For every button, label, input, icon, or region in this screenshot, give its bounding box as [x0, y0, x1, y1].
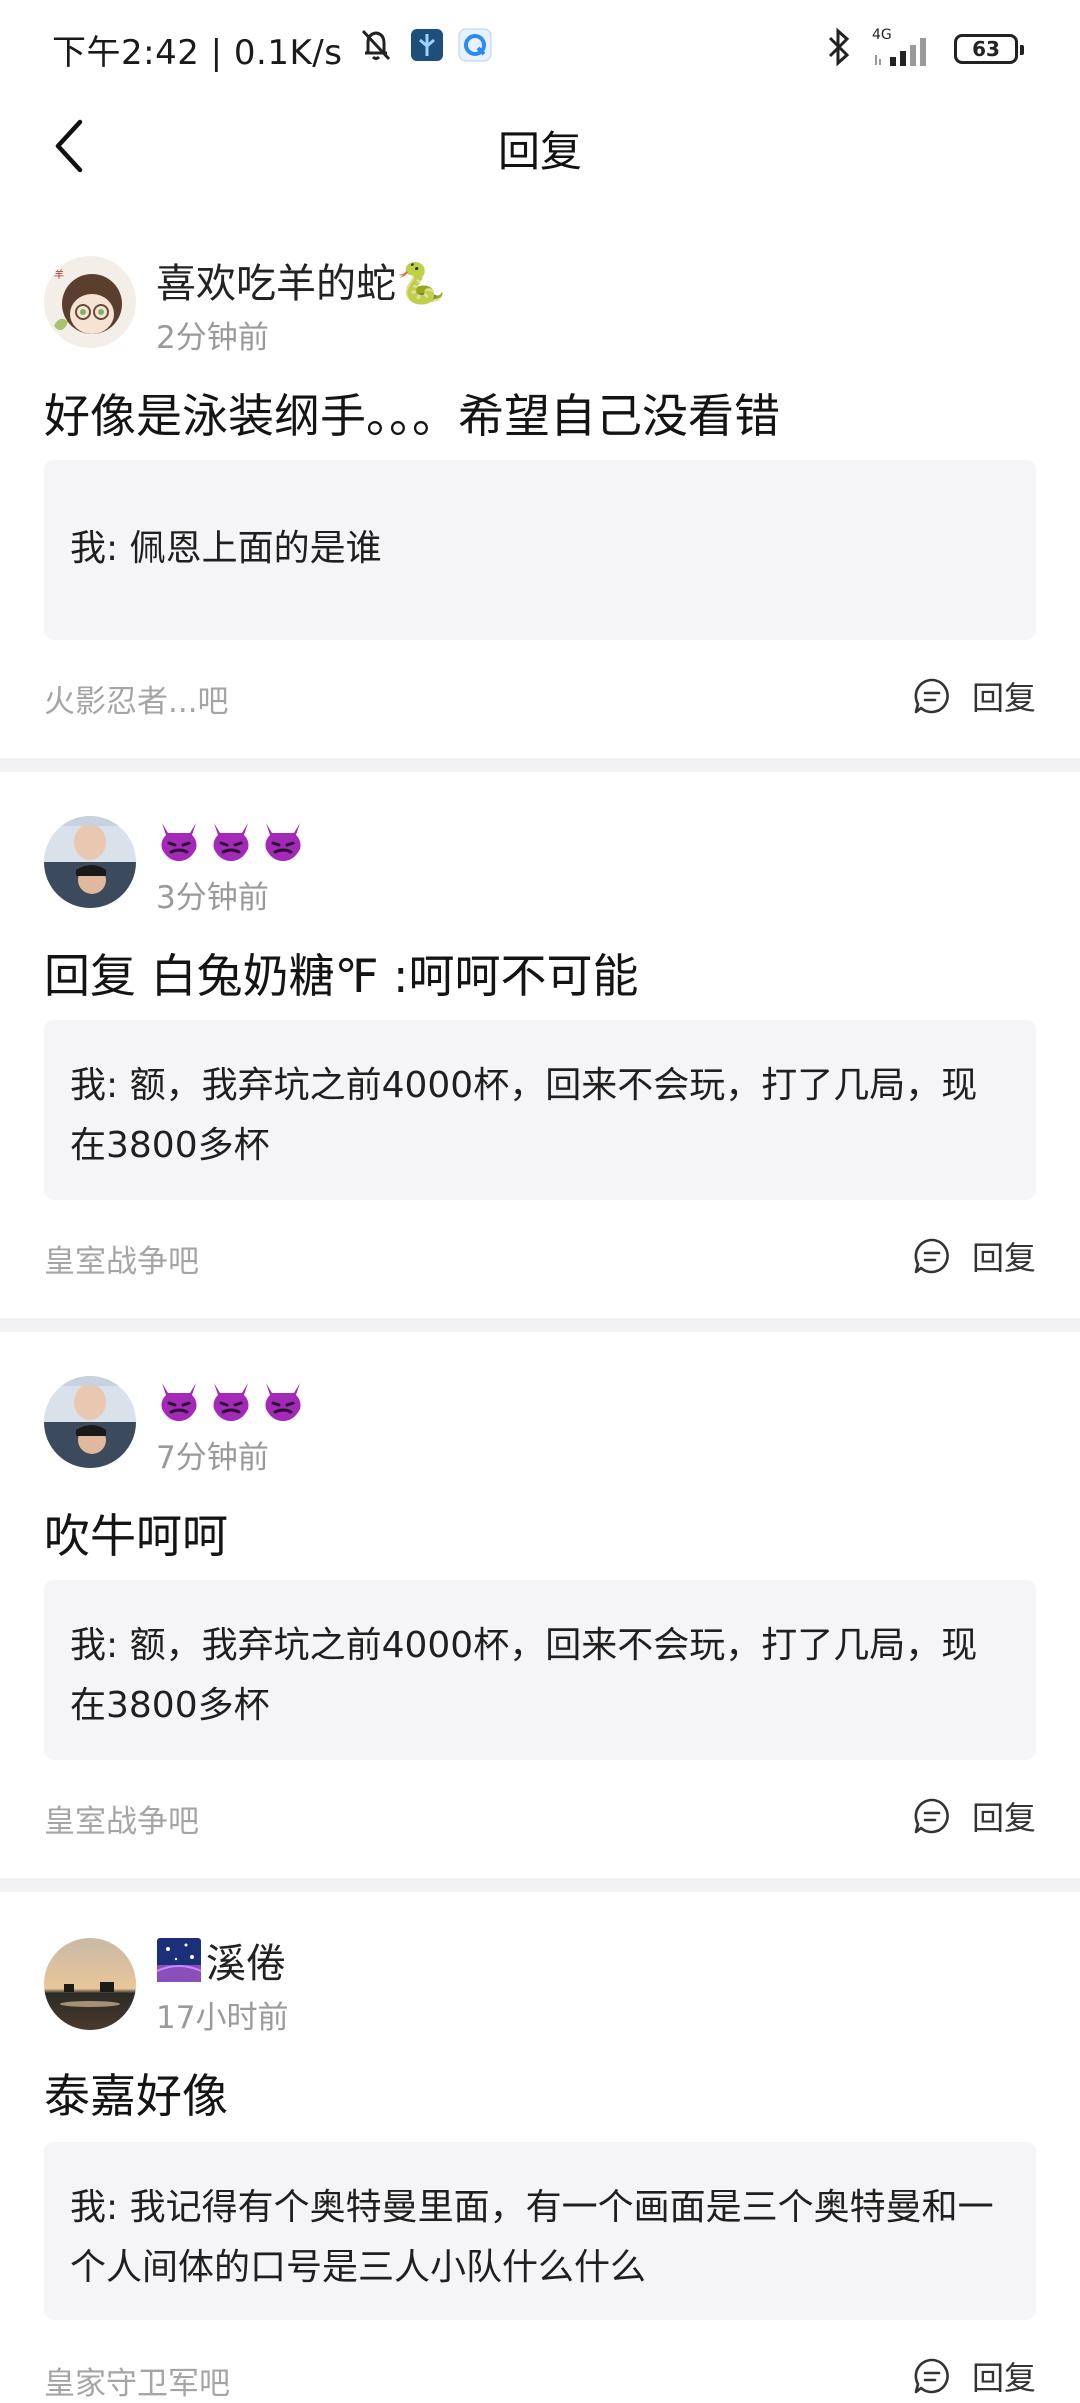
comment-icon [914, 1798, 949, 1834]
reply-card[interactable]: 3分钟前 回复 白兔奶糖℉ :呵呵不可能 我: 额，我弃坑之前4000杯，回来不… [0, 800, 1080, 1316]
reply-button[interactable]: 回复 [912, 1792, 1036, 1840]
status-left: 下午2:42 | 0.1K/s [52, 24, 492, 74]
timestamp: 3分钟前 [156, 880, 269, 916]
app-notification-icon [410, 28, 444, 71]
avatar[interactable]: 羊 [44, 256, 136, 348]
divider [0, 1318, 1080, 1332]
signal-icon: 4G [872, 27, 938, 69]
quoted-comment[interactable]: 我: 额，我弃坑之前4000杯，回来不会玩，打了几局，现在3800多杯 [44, 1580, 1036, 1760]
comment-icon [914, 1238, 949, 1274]
forum-name[interactable]: 皇家守卫军吧 [44, 2358, 230, 2403]
reply-card[interactable]: 溪倦 17小时前 泰嘉好像 我: 我记得有个奥特曼里面，有一个画面是三个奥特曼和… [0, 1920, 1080, 2403]
devil-emoji-icon [161, 823, 197, 861]
avatar[interactable] [44, 1938, 136, 2030]
reply-text[interactable]: 好像是泳装纲手。。。希望自己没看错 [44, 380, 1036, 446]
header: 回复 [0, 96, 1080, 196]
reply-label: 回复 [971, 2359, 1036, 2397]
qq-browser-icon [458, 28, 492, 71]
username[interactable] [156, 1374, 312, 1426]
devil-emoji-icon [213, 1383, 249, 1421]
username-text: 溪倦 [206, 1941, 286, 1987]
timestamp: 2分钟前 [156, 320, 269, 356]
reply-card[interactable]: 羊 喜欢吃羊的蛇🐍 2分钟前 好像是泳装纲手。。。希望自己没看错 我: 佩恩上面… [0, 240, 1080, 756]
page-title: 回复 [497, 127, 582, 176]
forum-name[interactable]: 皇室战争吧 [44, 1796, 199, 1841]
divider [0, 1878, 1080, 1892]
bluetooth-icon [822, 27, 856, 71]
forum-name[interactable]: 火影忍者...吧 [44, 676, 229, 721]
username[interactable]: 溪倦 [156, 1934, 286, 1987]
timestamp: 17小时前 [156, 2000, 289, 2036]
devil-emoji-icon [213, 823, 249, 861]
quoted-comment[interactable]: 我: 佩恩上面的是谁 [44, 460, 1036, 640]
reply-text[interactable]: 泰嘉好像 [44, 2060, 1036, 2126]
quoted-comment[interactable]: 我: 我记得有个奥特曼里面，有一个画面是三个奥特曼和一个人间体的口号是三人小队什… [44, 2142, 1036, 2320]
comment-icon [914, 2358, 949, 2394]
reply-label: 回复 [971, 1239, 1036, 1277]
status-right: 4G 63 [822, 24, 1024, 74]
reply-button[interactable]: 回复 [912, 2352, 1036, 2400]
bell-off-icon [356, 25, 396, 74]
status-time-speed: 下午2:42 | 0.1K/s [52, 32, 343, 73]
battery-level: 63 [972, 37, 1000, 61]
username[interactable] [156, 814, 312, 866]
svg-text:羊: 羊 [54, 268, 64, 281]
reply-label: 回复 [971, 1799, 1036, 1837]
avatar[interactable] [44, 1376, 136, 1468]
battery-icon: 63 [954, 34, 1024, 64]
devil-emoji-icon [265, 823, 301, 861]
forum-name[interactable]: 皇室战争吧 [44, 1236, 199, 1281]
reply-card[interactable]: 7分钟前 吹牛呵呵 我: 额，我弃坑之前4000杯，回来不会玩，打了几局，现在3… [0, 1360, 1080, 1876]
quoted-comment[interactable]: 我: 额，我弃坑之前4000杯，回来不会玩，打了几局，现在3800多杯 [44, 1020, 1036, 1200]
timestamp: 7分钟前 [156, 1440, 269, 1476]
reply-text[interactable]: 回复 白兔奶糖℉ :呵呵不可能 [44, 940, 1036, 1006]
devil-emoji-icon [265, 1383, 301, 1421]
reply-label: 回复 [971, 679, 1036, 717]
starry-night-icon [156, 1938, 202, 1982]
reply-button[interactable]: 回复 [912, 1232, 1036, 1280]
comment-icon [914, 678, 949, 714]
username[interactable]: 喜欢吃羊的蛇🐍 [156, 254, 446, 307]
status-bar: 下午2:42 | 0.1K/s 4G 63 [0, 0, 1080, 96]
divider [0, 758, 1080, 772]
reply-button[interactable]: 回复 [912, 672, 1036, 720]
reply-text[interactable]: 吹牛呵呵 [44, 1500, 1036, 1566]
devil-emoji-icon [161, 1383, 197, 1421]
avatar[interactable] [44, 816, 136, 908]
